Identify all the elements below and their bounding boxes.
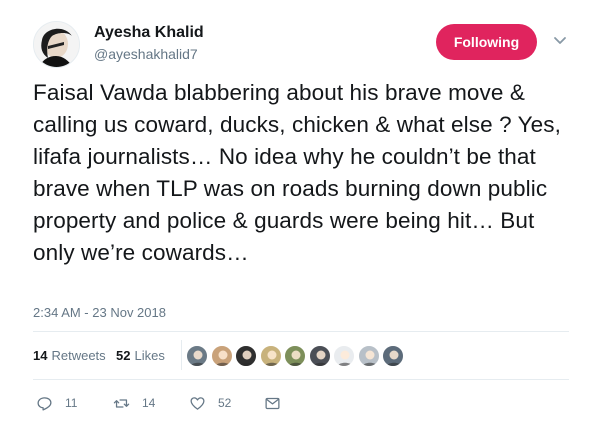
tweet-text: Faisal Vawda blabbering about his brave … [33, 80, 561, 265]
liker-avatar-1[interactable] [186, 345, 208, 367]
reply-count: 11 [65, 396, 78, 410]
retweets-label: Retweets [51, 348, 106, 363]
direct-message-button[interactable] [264, 394, 281, 412]
likes-stat[interactable]: 52 Likes [116, 348, 165, 363]
user-handle[interactable]: @ayeshakhalid7 [94, 46, 198, 62]
like-button[interactable]: 52 [189, 394, 231, 412]
liker-avatar-5[interactable] [284, 345, 306, 367]
liker-avatar-2[interactable] [210, 345, 233, 367]
user-avatar[interactable] [33, 21, 80, 68]
following-button[interactable]: Following [436, 24, 537, 60]
like-count: 52 [218, 396, 232, 410]
liker-avatar-8[interactable] [357, 345, 380, 367]
likes-count: 52 [116, 348, 131, 363]
retweets-stat[interactable]: 14 Retweets [33, 348, 106, 363]
chevron-down-icon[interactable] [553, 36, 567, 46]
envelope-icon [265, 397, 280, 409]
liker-avatar-7[interactable] [333, 345, 355, 367]
retweet-icon [113, 398, 130, 408]
heart-icon [190, 396, 205, 410]
tweet-timestamp[interactable]: 2:34 AM - 23 Nov 2018 [33, 305, 166, 320]
liker-avatar-6[interactable] [308, 345, 331, 367]
retweet-button[interactable]: 14 [113, 394, 155, 412]
liker-avatar-9[interactable] [382, 345, 404, 367]
avatar-photo-icon [34, 22, 79, 67]
liker-avatar-3[interactable] [235, 345, 257, 367]
tweet-card: Ayesha Khalid @ayeshakhalid7 Following F… [0, 0, 600, 430]
divider [33, 331, 569, 332]
user-display-name[interactable]: Ayesha Khalid [94, 24, 204, 42]
retweets-count: 14 [33, 348, 48, 363]
retweet-count: 14 [142, 396, 156, 410]
stats-separator [181, 340, 182, 370]
reply-icon [37, 396, 52, 411]
likes-label: Likes [134, 348, 165, 363]
divider [33, 379, 569, 380]
liker-avatar-4[interactable] [259, 345, 282, 367]
reply-button[interactable]: 11 [36, 394, 77, 412]
